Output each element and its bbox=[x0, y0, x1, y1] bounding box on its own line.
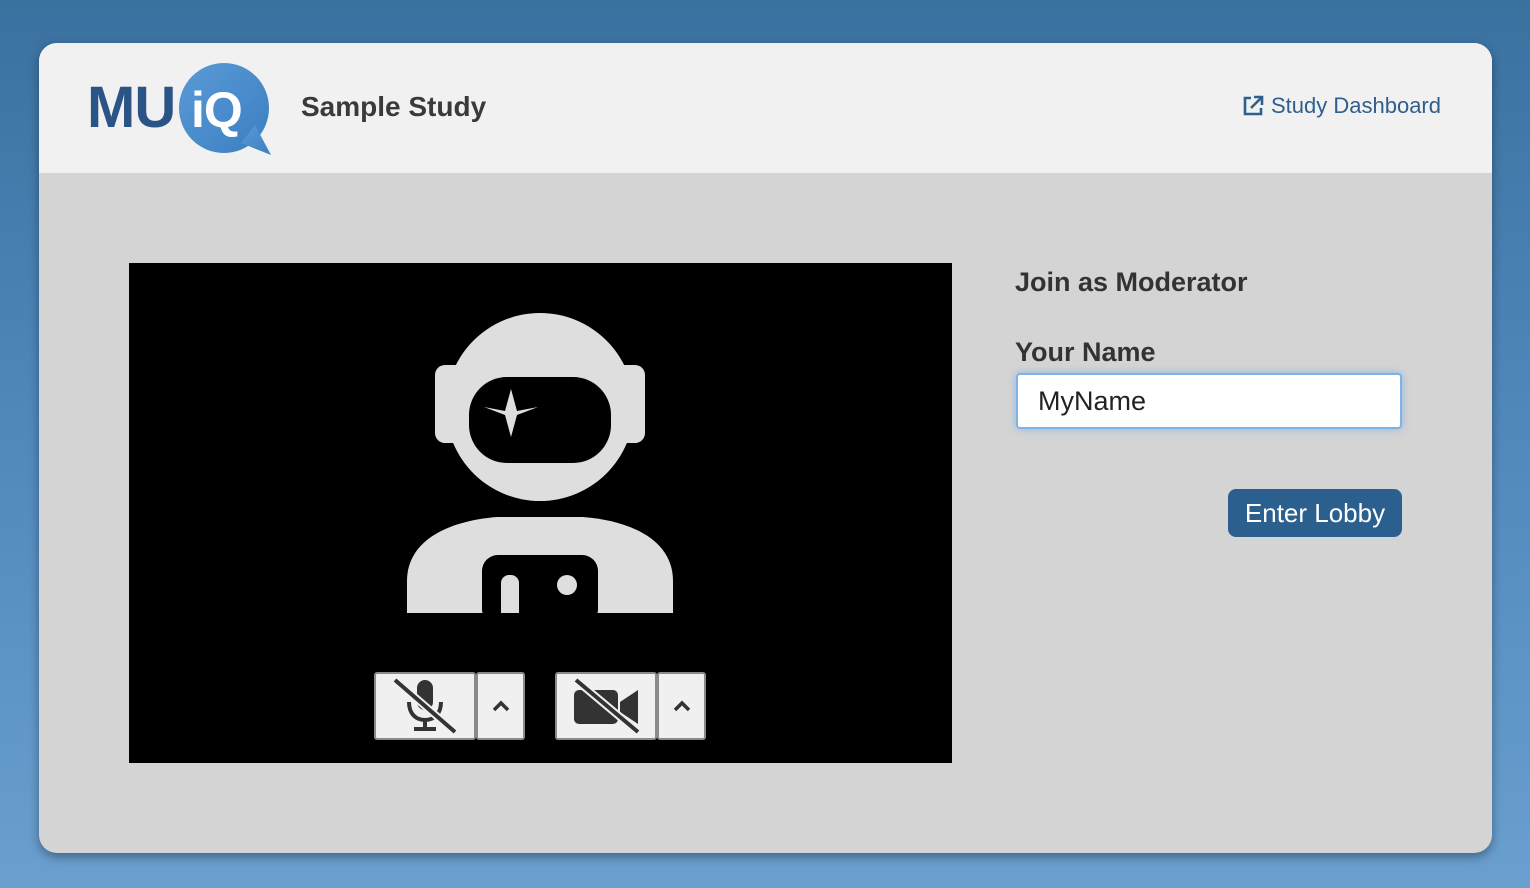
microphone-options-button[interactable] bbox=[476, 672, 525, 740]
main-card: MU iQ Sample Study Study Dashboard Join … bbox=[39, 43, 1492, 853]
muiq-logo[interactable]: MU iQ bbox=[87, 61, 277, 157]
enter-lobby-button[interactable]: Enter Lobby bbox=[1228, 489, 1402, 537]
join-heading: Join as Moderator bbox=[1015, 267, 1248, 297]
chevron-up-icon bbox=[673, 700, 690, 712]
your-name-label: Your Name bbox=[1015, 337, 1156, 367]
your-name-input[interactable] bbox=[1016, 373, 1402, 429]
study-dashboard-link[interactable]: Study Dashboard bbox=[1241, 93, 1441, 119]
chevron-up-icon bbox=[492, 700, 509, 712]
microphone-toggle-button[interactable] bbox=[374, 672, 476, 740]
study-title: Sample Study bbox=[301, 91, 487, 122]
header-bar: MU iQ Sample Study Study Dashboard bbox=[39, 43, 1492, 173]
camera-options-button[interactable] bbox=[657, 672, 706, 740]
logo-mu-text: MU bbox=[87, 75, 176, 140]
astronaut-avatar-icon bbox=[407, 313, 673, 613]
external-link-icon bbox=[1243, 95, 1264, 116]
microphone-off-icon bbox=[392, 676, 458, 736]
camera-off-icon bbox=[573, 678, 641, 734]
study-dashboard-label: Study Dashboard bbox=[1271, 93, 1441, 118]
camera-toggle-button[interactable] bbox=[555, 672, 657, 740]
logo-iq-text: iQ bbox=[191, 82, 243, 138]
video-preview bbox=[129, 263, 952, 763]
